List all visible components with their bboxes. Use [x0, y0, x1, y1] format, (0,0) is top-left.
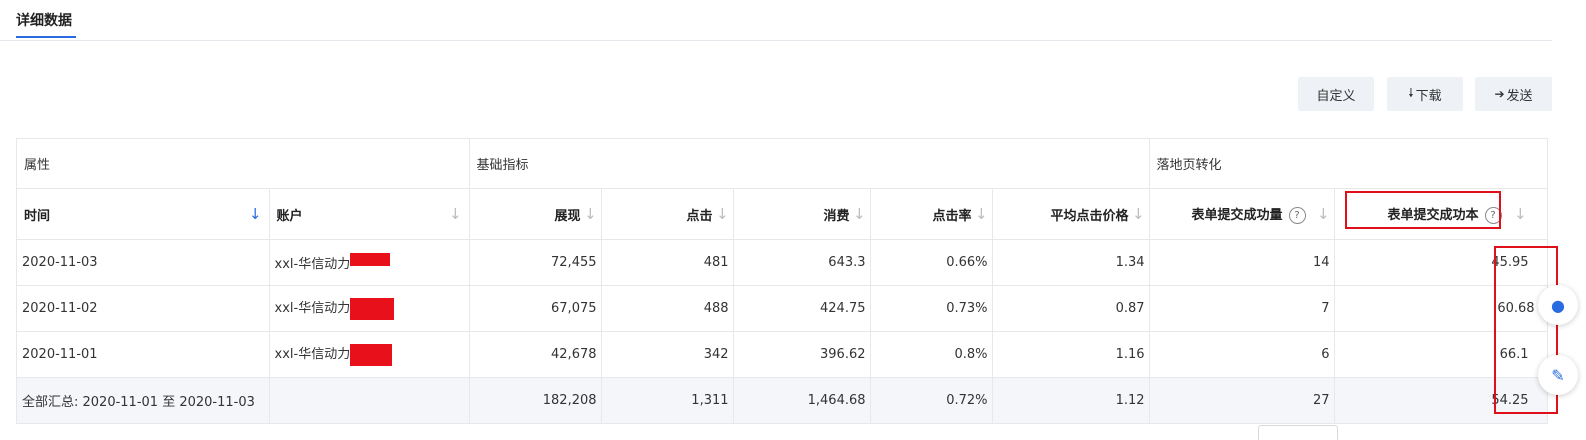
column-header-avg-cpc[interactable]: 平均点击价格 ↓	[992, 188, 1150, 240]
account-text: xxl-华信动力	[274, 347, 351, 363]
sort-icon[interactable]: ↓	[1514, 205, 1527, 223]
customize-button[interactable]: 自定义	[1298, 77, 1374, 111]
cell-impressions: 42,678	[469, 331, 602, 378]
cell-cost: 643.3	[733, 239, 871, 286]
cell-impressions: 182,208	[469, 377, 602, 424]
column-label: 展现	[554, 208, 581, 224]
column-label: 时间	[24, 208, 51, 224]
chat-icon: ●	[1551, 295, 1565, 315]
cell-clicks: 481	[601, 239, 734, 286]
sort-icon[interactable]: ↓	[853, 205, 866, 223]
group-header-basic-metrics: 基础指标	[469, 138, 1150, 189]
column-label: 表单提交成功量	[1191, 208, 1283, 223]
column-header-ctr[interactable]: 点击率 ↓	[870, 188, 993, 240]
account-text: xxl-华信动力	[274, 257, 351, 272]
pencil-icon: ✎	[1551, 365, 1565, 385]
column-header-account[interactable]: 账户 ↓	[269, 188, 470, 240]
redaction-block	[350, 343, 393, 366]
cell-total-account	[269, 377, 470, 424]
cell-cpc: 1.12	[992, 377, 1150, 424]
column-header-clicks[interactable]: 点击 ↓	[601, 188, 734, 240]
sort-icon[interactable]: ↓	[716, 205, 729, 223]
active-tab-indicator	[16, 36, 76, 38]
group-header-attributes: 属性	[17, 138, 470, 189]
data-table: 属性 基础指标 落地页转化 时间 ↓ 账户 ↓ 展现 ↓ 点击 ↓ 消费 ↓ 点击率 ↓ 平…	[16, 138, 1548, 424]
cell-cpc: 1.34	[992, 239, 1150, 286]
table-row: 2020-11-02 xxl-华信动力 67,075 488 424.75 0.…	[17, 285, 1548, 332]
cell-cpc: 1.16	[992, 331, 1150, 378]
column-header-date[interactable]: 时间 ↓	[17, 188, 270, 240]
cell-date: 2020-11-03	[17, 239, 270, 286]
column-label: 点击率	[932, 208, 972, 224]
cell-ctr: 0.66%	[870, 239, 993, 286]
table-row: 2020-11-01 xxl-华信动力 42,678 342 396.62 0.…	[17, 331, 1548, 378]
cell-ctr: 0.73%	[870, 285, 993, 332]
help-icon[interactable]: ?	[1288, 207, 1306, 224]
redaction-block	[350, 253, 391, 266]
group-header-landing-conversion: 落地页转化	[1149, 138, 1548, 189]
cell-form-count: 27	[1149, 377, 1335, 424]
cell-account: xxl-华信动力	[269, 285, 470, 332]
cell-cost: 424.75	[733, 285, 871, 332]
column-label: 点击	[686, 208, 713, 224]
cell-impressions: 72,455	[469, 239, 602, 286]
send-label: 发送	[1506, 88, 1533, 104]
sort-desc-icon[interactable]: ↓	[249, 205, 262, 223]
floating-chat-button[interactable]: ●	[1538, 285, 1578, 325]
cell-ctr: 0.72%	[870, 377, 993, 424]
cell-date: 2020-11-02	[17, 285, 270, 332]
column-header-form-count[interactable]: 表单提交成功量? ↓	[1149, 188, 1335, 240]
highlight-box-header	[1345, 191, 1501, 229]
cell-impressions: 67,075	[469, 285, 602, 332]
cell-account: xxl-华信动力	[269, 331, 470, 378]
cell-clicks: 488	[601, 285, 734, 332]
sort-icon[interactable]: ↓	[449, 205, 462, 223]
cell-form-count: 7	[1149, 285, 1335, 332]
sort-icon[interactable]: ↓	[584, 205, 597, 223]
sort-icon[interactable]: ↓	[975, 205, 988, 223]
cell-cpc: 0.87	[992, 285, 1150, 332]
sort-icon[interactable]: ↓	[1317, 205, 1330, 223]
down-arrow-icon: 🠗	[1408, 85, 1414, 100]
total-row: 全部汇总: 2020-11-01 至 2020-11-03 182,208 1,…	[17, 377, 1548, 424]
cell-clicks: 342	[601, 331, 734, 378]
column-label: 消费	[823, 208, 850, 224]
redaction-block	[350, 297, 395, 320]
cell-account: xxl-华信动力	[269, 239, 470, 286]
sort-icon[interactable]: ↓	[1132, 205, 1145, 223]
cell-form-count: 6	[1149, 331, 1335, 378]
column-label: 账户	[276, 208, 303, 224]
cell-cost: 1,464.68	[733, 377, 871, 424]
cell-total-label: 全部汇总: 2020-11-01 至 2020-11-03	[17, 377, 270, 424]
column-label: 平均点击价格	[1050, 208, 1129, 224]
download-label: 下载	[1415, 88, 1442, 104]
column-header-cost[interactable]: 消费 ↓	[733, 188, 871, 240]
column-header-impressions[interactable]: 展现 ↓	[469, 188, 602, 240]
pagination-control[interactable]	[1258, 425, 1338, 440]
cell-date: 2020-11-01	[17, 331, 270, 378]
tab-bar: 详细数据	[0, 0, 1552, 41]
send-button[interactable]: ➔ 发送	[1475, 77, 1552, 111]
right-arrow-icon: ➔	[1494, 87, 1505, 101]
table-row: 2020-11-03 xxl-华信动力 72,455 481 643.3 0.6…	[17, 239, 1548, 286]
tab-detail-data[interactable]: 详细数据	[16, 10, 72, 30]
floating-edit-button[interactable]: ✎	[1538, 355, 1578, 395]
cell-form-count: 14	[1149, 239, 1335, 286]
cell-clicks: 1,311	[601, 377, 734, 424]
download-button[interactable]: 🠗 下载	[1387, 77, 1463, 111]
cell-cost: 396.62	[733, 331, 871, 378]
customize-label: 自定义	[1316, 88, 1356, 104]
cell-ctr: 0.8%	[870, 331, 993, 378]
account-text: xxl-华信动力	[274, 301, 351, 317]
